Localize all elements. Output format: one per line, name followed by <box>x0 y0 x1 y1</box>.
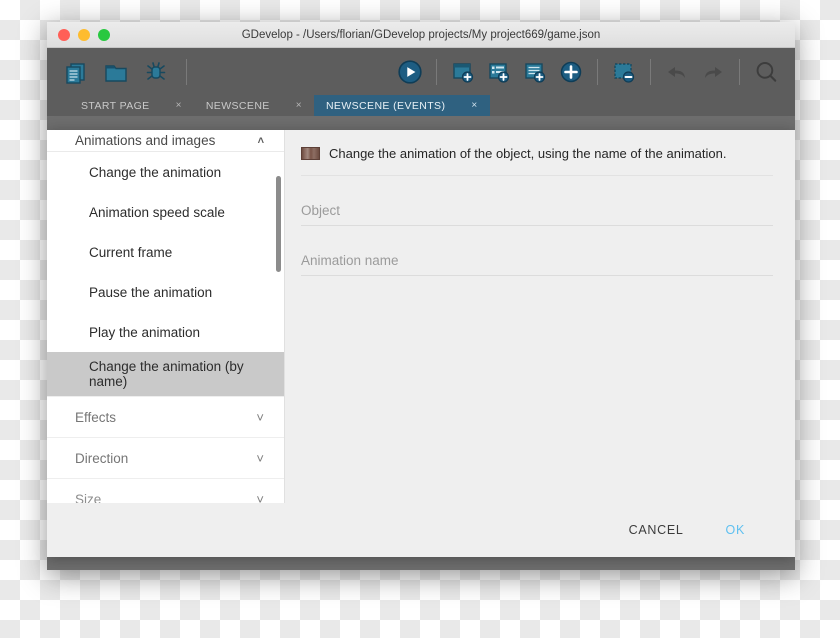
chevron-up-icon: ˄ <box>257 134 264 147</box>
tab-label: NEWSCENE <box>205 99 270 112</box>
window-title: GDevelop - /Users/florian/GDevelop proje… <box>241 28 601 41</box>
editor-tabbar: START PAGE × NEWSCENE × NEWSCENE (EVENTS… <box>47 95 795 116</box>
debug-icon[interactable] <box>141 57 171 87</box>
group-row-direction[interactable]: Direction ˅ <box>47 437 284 478</box>
object-field[interactable] <box>301 202 773 226</box>
group-header-label: Animations and images <box>75 133 216 148</box>
ok-button[interactable]: OK <box>722 517 749 543</box>
window-titlebar: GDevelop - /Users/florian/GDevelop proje… <box>47 22 795 48</box>
chevron-down-icon: ˅ <box>256 491 264 504</box>
remove-scene-icon[interactable] <box>609 57 639 87</box>
group-row-label: Size <box>75 491 102 504</box>
toolbar-divider <box>186 58 187 85</box>
list-item[interactable]: Play the animation <box>47 312 284 352</box>
close-window-button[interactable] <box>58 28 70 41</box>
toolbar-divider-4 <box>650 58 651 85</box>
list-item-label: Animation speed scale <box>89 204 225 220</box>
object-input[interactable] <box>301 203 773 218</box>
tab-newscene[interactable]: NEWSCENE × <box>194 95 314 116</box>
instruction-description: Change the animation of the object, usin… <box>329 146 727 161</box>
tab-start-page[interactable]: START PAGE × <box>69 95 194 116</box>
tab-label: START PAGE <box>81 99 150 112</box>
maximize-window-button[interactable] <box>98 28 110 41</box>
instruction-editor-dialog: Animations and images ˄ Change the anima… <box>47 130 795 557</box>
dialog-body: Animations and images ˄ Change the anima… <box>47 130 795 503</box>
add-external-events-icon[interactable] <box>520 57 550 87</box>
add-object-icon[interactable] <box>556 57 586 87</box>
group-row-size[interactable]: Size ˅ <box>47 478 284 503</box>
add-external-layout-icon[interactable] <box>484 57 514 87</box>
parameters-panel: Change the animation of the object, usin… <box>285 130 795 503</box>
animation-name-input[interactable] <box>301 253 773 268</box>
toolbar-divider-2 <box>436 58 437 85</box>
chevron-down-icon: ˅ <box>256 409 264 425</box>
list-item[interactable]: Pause the animation <box>47 272 284 312</box>
list-scrollbar[interactable] <box>276 154 281 503</box>
animation-name-field[interactable] <box>301 252 773 276</box>
instruction-description-row: Change the animation of the object, usin… <box>301 146 773 176</box>
preview-play-icon[interactable] <box>395 57 425 87</box>
group-row-label: Effects <box>75 409 117 425</box>
sprite-thumbnail-icon <box>301 147 320 160</box>
chevron-down-icon: ˅ <box>256 450 264 466</box>
toolbar-divider-5 <box>739 58 740 85</box>
redo-icon[interactable] <box>698 57 728 87</box>
minimize-window-button[interactable] <box>78 28 90 41</box>
toolbar-divider-3 <box>597 58 598 85</box>
undo-icon[interactable] <box>662 57 692 87</box>
tab-close-icon[interactable]: × <box>296 100 302 111</box>
new-project-icon[interactable] <box>61 57 91 87</box>
tab-close-icon[interactable]: × <box>176 100 182 111</box>
list-item-selected[interactable]: Change the animation (by name) <box>47 352 284 396</box>
search-icon[interactable] <box>751 57 781 87</box>
tab-newscene-events[interactable]: NEWSCENE (EVENTS) × <box>313 95 490 116</box>
list-item[interactable]: Current frame <box>47 232 284 272</box>
tab-label: NEWSCENE (EVENTS) <box>325 99 446 112</box>
dialog-footer: CANCEL OK <box>47 503 795 557</box>
add-scene-icon[interactable] <box>448 57 478 87</box>
window-controls <box>47 28 110 41</box>
list-item-label: Pause the animation <box>89 284 213 300</box>
list-item-label: Change the animation <box>89 164 222 180</box>
group-row-effects[interactable]: Effects ˅ <box>47 396 284 437</box>
list-scrollbar-thumb[interactable] <box>276 176 281 272</box>
list-item[interactable]: Animation speed scale <box>47 192 284 232</box>
cancel-button[interactable]: CANCEL <box>625 517 688 543</box>
group-row-label: Direction <box>75 450 129 466</box>
list-item[interactable]: Change the animation <box>47 152 284 192</box>
list-item-label: Change the animation (by name) <box>89 359 244 389</box>
group-header-animations-and-images[interactable]: Animations and images ˄ <box>47 130 284 152</box>
instruction-list[interactable]: Animations and images ˄ Change the anima… <box>47 130 285 503</box>
open-project-icon[interactable] <box>101 57 131 87</box>
app-window: GDevelop - /Users/florian/GDevelop proje… <box>47 22 795 570</box>
list-item-label: Play the animation <box>89 324 201 340</box>
tab-close-icon[interactable]: × <box>471 100 477 111</box>
main-toolbar <box>47 48 795 95</box>
list-item-label: Current frame <box>89 244 173 260</box>
